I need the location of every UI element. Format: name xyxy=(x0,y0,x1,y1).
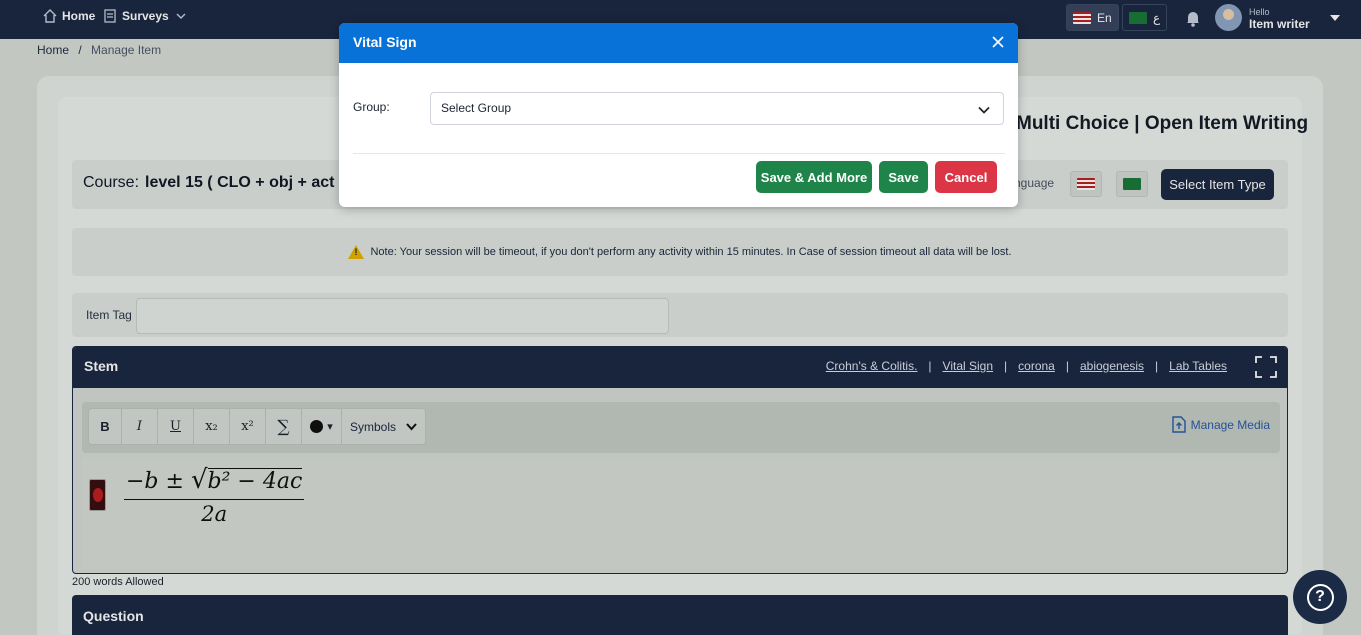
vital-sign-modal: Vital Sign Group: Select Group Save & Ad… xyxy=(339,23,1018,207)
group-select[interactable]: Select Group xyxy=(430,92,1004,125)
group-label: Group: xyxy=(353,100,390,114)
close-icon[interactable] xyxy=(990,34,1006,50)
save-button[interactable]: Save xyxy=(879,161,928,193)
modal-title: Vital Sign xyxy=(353,34,417,50)
help-icon: ? xyxy=(1306,583,1334,611)
group-select-value: Select Group xyxy=(441,101,512,115)
modal-header: Vital Sign xyxy=(339,23,1018,63)
help-button[interactable]: ? xyxy=(1293,570,1347,624)
modal-divider xyxy=(353,153,1005,154)
cancel-button[interactable]: Cancel xyxy=(935,161,997,193)
chevron-down-icon xyxy=(978,106,990,114)
save-add-more-button[interactable]: Save & Add More xyxy=(756,161,872,193)
